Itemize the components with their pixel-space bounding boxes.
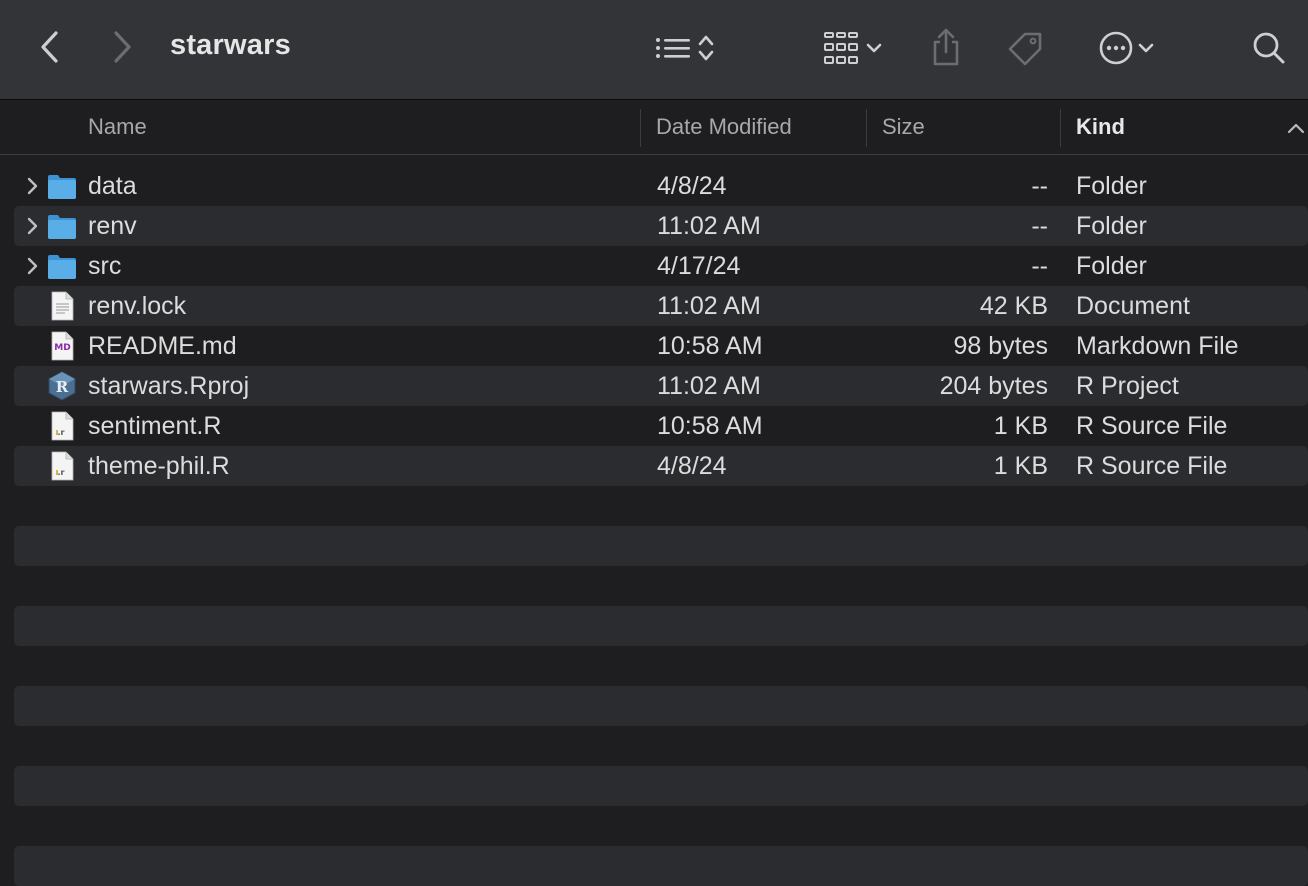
file-kind: Document <box>1076 292 1190 320</box>
column-header-name[interactable]: Name <box>88 101 147 155</box>
svg-text:MD: MD <box>54 343 70 353</box>
file-name: sentiment.R <box>88 412 222 440</box>
file-date-modified: 11:02 AM <box>657 292 761 320</box>
r-project-icon: R <box>46 370 78 402</box>
markdown-file-icon: MD <box>46 330 78 362</box>
search-icon <box>1253 32 1285 64</box>
svg-text:.r: .r <box>58 428 65 437</box>
file-row[interactable]: .r theme-phil.R 4/8/24 1 KB R Source File <box>14 446 1308 486</box>
file-kind: R Project <box>1076 372 1179 400</box>
list-view-icon <box>656 38 690 58</box>
file-name: starwars.Rproj <box>88 372 250 400</box>
file-row[interactable]: MD README.md 10:58 AM 98 bytes Markdown File <box>14 326 1308 366</box>
window-title: starwars <box>170 29 291 61</box>
column-divider[interactable] <box>1060 109 1061 147</box>
group-button[interactable] <box>812 28 892 68</box>
file-name: renv.lock <box>88 292 187 320</box>
disclosure-triangle-icon[interactable] <box>24 176 42 196</box>
file-row[interactable]: renv.lock 11:02 AM 42 KB Document <box>14 286 1308 326</box>
svg-text:.r: .r <box>58 468 65 477</box>
file-row[interactable]: src 4/17/24 -- Folder <box>14 246 1308 286</box>
file-size: -- <box>1031 212 1048 240</box>
view-options-button[interactable] <box>646 28 726 68</box>
file-date-modified: 4/17/24 <box>657 252 741 280</box>
sort-ascending-icon[interactable] <box>1286 120 1306 136</box>
file-size: 204 bytes <box>939 372 1048 400</box>
file-row[interactable]: Rstarwars.Rproj 11:02 AM 204 bytes R Projec… <box>14 366 1308 406</box>
back-button[interactable] <box>30 26 70 68</box>
share-button[interactable] <box>926 24 966 70</box>
file-kind: Folder <box>1076 212 1147 240</box>
empty-row-stripe <box>14 606 1308 646</box>
file-kind: Markdown File <box>1076 332 1239 360</box>
sort-updown-icon <box>698 35 714 61</box>
folder-icon <box>46 250 78 282</box>
file-date-modified: 4/8/24 <box>657 452 727 480</box>
more-icon <box>1099 31 1133 65</box>
search-button[interactable] <box>1246 26 1292 70</box>
chevron-down-icon <box>866 43 882 53</box>
file-date-modified: 11:02 AM <box>657 372 761 400</box>
empty-row-stripe <box>14 846 1308 886</box>
file-kind: R Source File <box>1076 412 1228 440</box>
folder-icon <box>46 210 78 242</box>
document-icon <box>46 290 78 322</box>
file-size: 98 bytes <box>953 332 1048 360</box>
back-icon <box>41 31 58 63</box>
file-row[interactable]: renv 11:02 AM -- Folder <box>14 206 1308 246</box>
file-name: data <box>88 172 137 200</box>
chevron-down-icon <box>1138 43 1154 53</box>
r-source-icon: .r <box>46 450 78 482</box>
disclosure-triangle-icon[interactable] <box>24 216 42 236</box>
file-date-modified: 4/8/24 <box>657 172 727 200</box>
file-name: renv <box>88 212 137 240</box>
empty-row-stripe <box>14 766 1308 806</box>
file-row[interactable]: data 4/8/24 -- Folder <box>14 166 1308 206</box>
tag-icon <box>1008 32 1042 66</box>
file-kind: R Source File <box>1076 452 1228 480</box>
forward-icon <box>114 31 131 63</box>
column-header-date-modified[interactable]: Date Modified <box>656 101 792 155</box>
folder-icon <box>46 170 78 202</box>
forward-button[interactable] <box>102 26 142 68</box>
file-name: theme-phil.R <box>88 452 230 480</box>
file-size: 42 KB <box>979 292 1048 320</box>
column-header-bar: Name Date Modified Size Kind <box>0 101 1308 155</box>
svg-text:R: R <box>56 378 69 396</box>
file-name: README.md <box>88 332 237 360</box>
file-size: -- <box>1031 252 1048 280</box>
share-icon <box>933 28 959 66</box>
file-date-modified: 10:58 AM <box>657 332 763 360</box>
empty-row-stripe <box>14 686 1308 726</box>
file-name: src <box>88 252 122 280</box>
file-size: -- <box>1031 172 1048 200</box>
column-header-kind[interactable]: Kind <box>1076 101 1125 155</box>
file-kind: Folder <box>1076 172 1147 200</box>
column-divider[interactable] <box>866 109 867 147</box>
file-date-modified: 11:02 AM <box>657 212 761 240</box>
r-source-icon: .r <box>46 410 78 442</box>
finder-toolbar: starwars <box>0 0 1308 100</box>
file-row[interactable]: .r sentiment.R 10:58 AM 1 KB R Source File <box>14 406 1308 446</box>
disclosure-triangle-icon[interactable] <box>24 256 42 276</box>
tag-button[interactable] <box>1004 26 1048 70</box>
column-header-size[interactable]: Size <box>882 101 925 155</box>
file-date-modified: 10:58 AM <box>657 412 763 440</box>
column-divider[interactable] <box>640 109 641 147</box>
empty-row-stripe <box>14 526 1308 566</box>
file-kind: Folder <box>1076 252 1147 280</box>
file-size: 1 KB <box>993 412 1048 440</box>
file-size: 1 KB <box>993 452 1048 480</box>
more-actions-button[interactable] <box>1090 28 1162 68</box>
grid-view-icon <box>824 32 858 64</box>
